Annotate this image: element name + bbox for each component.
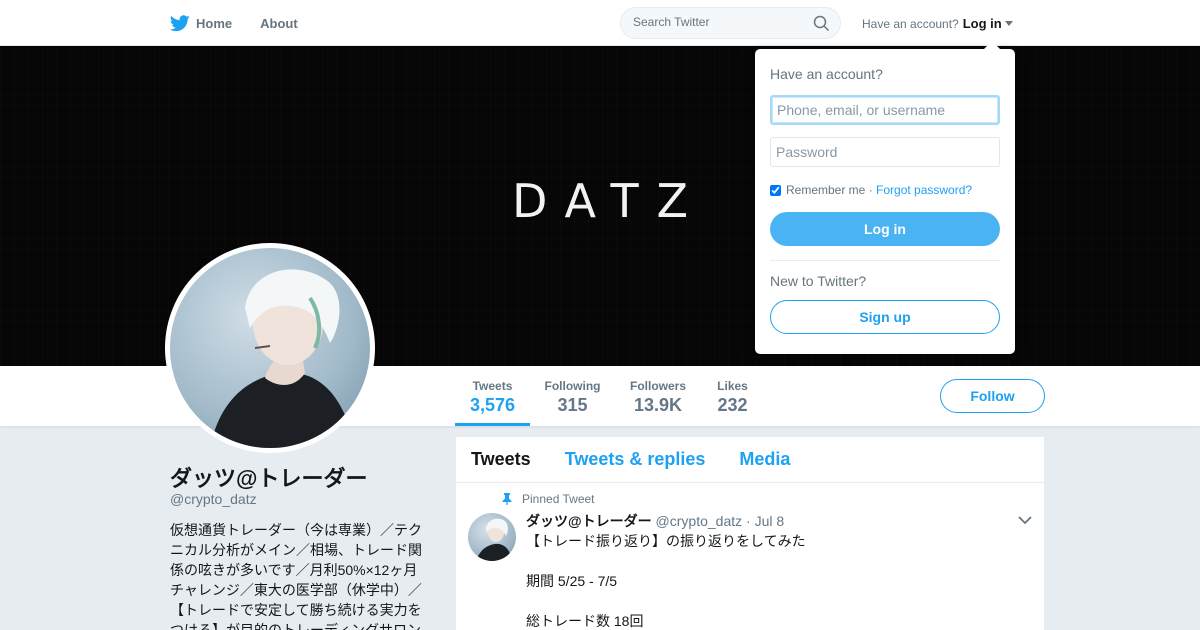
twitter-bird-icon: [170, 14, 190, 31]
stat-value: 13.9K: [633, 395, 683, 415]
nav-about-label: About: [260, 15, 298, 31]
stat-label: Tweets: [472, 379, 513, 393]
pin-icon: [502, 493, 512, 505]
nav-home-label: Home: [196, 15, 233, 31]
search-icon[interactable]: [813, 15, 830, 32]
login-dropdown: Have an account? Remember me · Forgot pa…: [755, 41, 1015, 354]
search-box: [620, 7, 841, 39]
avatar-image: [170, 248, 370, 448]
tweet-timestamp[interactable]: · Jul 8: [746, 513, 784, 529]
remember-me-label: Remember me: [786, 183, 866, 197]
login-link-label: Log in: [962, 16, 1002, 31]
divider: [770, 260, 1000, 261]
tweet-avatar[interactable]: [468, 513, 516, 561]
login-prompt: Have an account? Log in: [862, 16, 1013, 31]
stat-value: 232: [717, 395, 748, 415]
stat-value: 3,576: [469, 395, 516, 415]
pinned-label: Pinned Tweet: [522, 492, 595, 506]
forgot-password-link[interactable]: Forgot password?: [876, 183, 972, 197]
login-button[interactable]: Log in: [770, 212, 1000, 246]
nav-left: Home About: [170, 0, 326, 46]
login-dropdown-toggle[interactable]: Log in: [963, 16, 1013, 31]
stat-following[interactable]: Following 315: [540, 366, 605, 426]
nav-home-link[interactable]: Home: [170, 14, 233, 32]
tweet-avatar-illustration: [476, 518, 512, 561]
stat-likes[interactable]: Likes 232: [710, 366, 755, 426]
username-field[interactable]: [770, 95, 1000, 125]
remember-me-checkbox[interactable]: [770, 184, 781, 196]
remember-row: Remember me · Forgot password?: [770, 183, 972, 197]
dropdown-title: Have an account?: [770, 66, 883, 82]
search-input[interactable]: [633, 15, 803, 29]
stat-label: Likes: [717, 379, 748, 393]
profile-avatar[interactable]: [165, 243, 375, 453]
stat-tweets[interactable]: Tweets 3,576: [455, 366, 530, 426]
follow-button[interactable]: Follow: [940, 379, 1045, 413]
avatar-illustration: [210, 269, 355, 448]
profile-name: ダッツ@トレーダー: [170, 466, 368, 491]
timeline: Tweets Tweets & replies Media Pinned Twe…: [456, 437, 1044, 630]
timeline-tabs: Tweets Tweets & replies Media: [456, 437, 1044, 483]
tweet-text: 【トレード振り返り】の振り返りをしてみた 期間 5/25 - 7/5 総トレード…: [526, 533, 806, 629]
tab-media[interactable]: Media: [739, 449, 790, 470]
caret-down-icon: [1004, 21, 1013, 26]
signup-button[interactable]: Sign up: [770, 300, 1000, 334]
have-account-text: Have an account?: [862, 16, 959, 31]
pinned-indicator: Pinned Tweet: [502, 492, 595, 506]
top-navigation-bar: Home About Have an account? Log in: [0, 0, 1200, 46]
banner-text: DATZ: [511, 174, 707, 228]
separator-dot: ·: [865, 183, 877, 197]
dropdown-arrow: [983, 41, 1001, 50]
tab-tweets-and-replies[interactable]: Tweets & replies: [565, 449, 706, 470]
tweet-header: ダッツ@トレーダー @crypto_datz · Jul 8: [526, 511, 784, 531]
tab-tweets[interactable]: Tweets: [471, 449, 531, 470]
tweet-author-name[interactable]: ダッツ@トレーダー: [526, 513, 652, 529]
chevron-down-icon[interactable]: [1018, 515, 1032, 525]
profile-handle[interactable]: @crypto_datz: [170, 491, 257, 507]
stat-followers[interactable]: Followers 13.9K: [625, 366, 691, 426]
nav-about-link[interactable]: About: [260, 16, 298, 31]
stat-value: 315: [557, 395, 588, 415]
new-to-twitter-text: New to Twitter?: [770, 273, 867, 289]
profile-bio: 仮想通貨トレーダー（今は専業）／テクニカル分析がメイン／相場、トレード関係の呟き…: [170, 522, 422, 630]
stat-label: Following: [544, 379, 601, 393]
tweet-author-handle[interactable]: @crypto_datz: [656, 513, 743, 529]
password-field[interactable]: [770, 137, 1000, 167]
stat-label: Followers: [629, 379, 686, 393]
